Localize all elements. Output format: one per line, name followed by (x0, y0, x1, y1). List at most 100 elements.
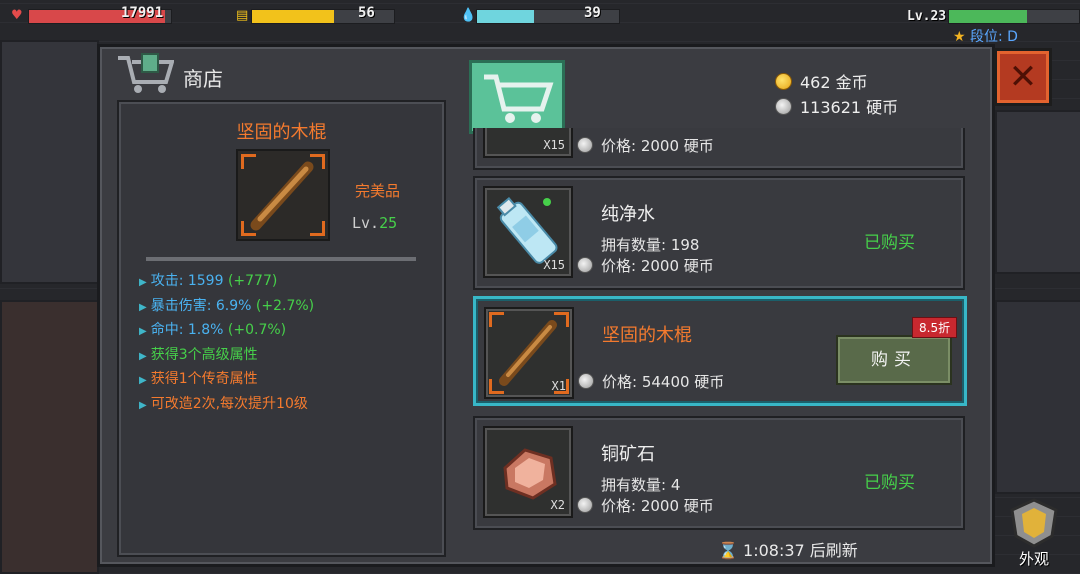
hp-value: 17991 (121, 5, 164, 21)
item-name: 铜矿石 (601, 444, 655, 465)
status-hud: ♥ 17991 ▤ 56 💧 39 Lv.23 (0, 0, 1080, 34)
frame-corner (310, 154, 325, 169)
close-x-icon: ✕ (1008, 57, 1038, 97)
stat-label: 攻击: 1599 (150, 273, 224, 289)
shop-item-card[interactable]: X15 纯净水 拥有数量: 198 价格: 2000 硬币 已购买 (473, 176, 965, 290)
frame-corner (241, 154, 256, 169)
item-level: Lv.25 (352, 214, 397, 232)
silver-coin-icon (577, 497, 593, 513)
frame-corner (241, 221, 256, 236)
star-icon: ★ (953, 29, 966, 45)
trait-line: ▶ 获得1个传奇属性 (139, 368, 314, 393)
item-price-text: 价格: 2000 硬币 (601, 137, 714, 155)
currency-display: 462 金币 113621 硬币 (775, 70, 898, 120)
hourglass-icon: ⌛ (718, 541, 738, 560)
trait-line: ▶ 获得3个高级属性 (139, 344, 314, 369)
bullet-arrow-icon: ▶ (139, 350, 147, 362)
coin-amount: 113621 硬币 (800, 98, 899, 117)
trait-line: ▶ 可改造2次,每次提升10级 (139, 393, 314, 418)
item-quantity: X15 (543, 138, 565, 152)
silver-coin-icon (577, 137, 593, 153)
item-quality: 完美品 (355, 182, 401, 200)
bullet-arrow-icon: ▶ (139, 326, 147, 337)
tab-shop-cart[interactable] (469, 60, 565, 134)
trait-text: 可改造2次,每次提升10级 (150, 395, 308, 412)
water-value: 39 (584, 5, 601, 21)
close-button[interactable]: ✕ (994, 48, 1052, 106)
item-stats-list: ▶ 攻击: 1599 (+777) ▶ 暴击伤害: 6.9% (+2.7%) ▶ 命中… (139, 270, 314, 417)
stat-label: 暴击伤害: 6.9% (150, 297, 252, 314)
detail-divider (146, 257, 416, 261)
frame-corner (489, 379, 504, 394)
silver-coin-icon (577, 257, 593, 273)
level-label: Lv.23 (907, 9, 947, 24)
food-icon: ▤ (236, 8, 249, 23)
refresh-timer: ⌛ 1:08:37 后刷新 (718, 537, 858, 561)
item-owned-count: 拥有数量: 4 (601, 476, 681, 494)
item-quantity: X2 (550, 498, 565, 512)
appearance-label: 外观 (1018, 550, 1049, 568)
item-price-text: 价格: 2000 硬币 (601, 257, 714, 275)
shop-item-list[interactable]: X15 价格: 2000 硬币 X15 纯净水 拥有数量: 198 价格: 20… (459, 128, 992, 533)
item-price: 价格: 2000 硬币 (577, 495, 714, 516)
xp-bar (948, 9, 1080, 24)
stat-bonus: (+777) (227, 273, 278, 289)
purchased-status: 已购买 (864, 233, 915, 253)
bullet-arrow-icon: ▶ (139, 375, 147, 386)
item-price: 价格: 2000 硬币 (577, 255, 714, 276)
item-thumbnail: X1 (484, 307, 574, 399)
bullet-arrow-icon: ▶ (139, 277, 147, 288)
shop-item-card-selected[interactable]: X1 坚固的木棍 价格: 54400 硬币 购买 8.5折 (473, 296, 967, 406)
stat-line: ▶ 命中: 1.8% (+0.7%) (139, 319, 314, 344)
gold-amount: 462 金币 (800, 73, 868, 92)
item-owned-count: 拥有数量: 198 (601, 236, 700, 254)
stat-line: ▶ 攻击: 1599 (+777) (139, 270, 314, 295)
silver-coin-icon (775, 98, 792, 115)
trait-text: 获得1个传奇属性 (150, 371, 258, 387)
item-name: 纯净水 (601, 204, 655, 225)
stat-line: ▶ 暴击伤害: 6.9% (+2.7%) (139, 295, 314, 320)
xp-bar-fill (949, 10, 1027, 23)
buy-button[interactable]: 购买 (836, 335, 952, 385)
item-quantity: X15 (543, 258, 565, 272)
stat-bonus: (+2.7%) (255, 297, 315, 314)
item-thumbnail: X15 (483, 186, 573, 278)
hunger-bar-fill (252, 10, 335, 23)
shop-item-card[interactable]: X15 价格: 2000 硬币 (473, 128, 965, 170)
silver-coin-icon (578, 373, 594, 389)
water-drop-icon: 💧 (460, 8, 477, 23)
building-right (995, 110, 1080, 274)
shop-cart-icon (118, 53, 174, 93)
shop-item-card[interactable]: X2 铜矿石 拥有数量: 4 价格: 2000 硬币 已购买 (473, 416, 965, 530)
heart-icon: ♥ (11, 8, 23, 23)
item-detail-panel: 坚固的木棍 完美品 Lv.25 ▶ 攻击: 1599 (+777) ▶ 暴击伤害: … (117, 100, 446, 557)
item-price: 价格: 2000 硬币 (577, 135, 714, 156)
frame-corner (554, 312, 569, 327)
street-right (995, 300, 1080, 494)
bullet-arrow-icon: ▶ (139, 399, 147, 411)
purchased-status: 已购买 (864, 473, 915, 493)
shop-title: 商店 (183, 67, 223, 91)
armor-icon (1010, 498, 1058, 548)
level-number: 25 (379, 214, 398, 232)
item-quantity: X1 (551, 379, 566, 393)
coin-balance: 113621 硬币 (775, 95, 898, 120)
item-thumbnail: X15 (483, 128, 573, 158)
appearance-button[interactable]: 外观 (1006, 496, 1062, 568)
building-left-lower (0, 300, 99, 574)
item-thumbnail: X2 (483, 426, 573, 518)
level-prefix: Lv. (352, 214, 380, 232)
water-bar-fill (477, 10, 534, 23)
gold-coin-icon (775, 73, 792, 90)
detail-item-frame (236, 149, 330, 241)
stat-bonus: (+0.7%) (227, 322, 287, 338)
hunger-value: 56 (358, 5, 375, 21)
refresh-text: 1:08:37 后刷新 (743, 541, 858, 560)
trait-text: 获得3个高级属性 (150, 346, 258, 363)
item-name: 坚固的木棍 (602, 325, 692, 346)
frame-corner (489, 312, 504, 327)
item-price-text: 价格: 2000 硬币 (601, 497, 714, 515)
gold-balance: 462 金币 (775, 70, 898, 95)
cart-icon (484, 74, 554, 123)
frame-corner (310, 221, 325, 236)
